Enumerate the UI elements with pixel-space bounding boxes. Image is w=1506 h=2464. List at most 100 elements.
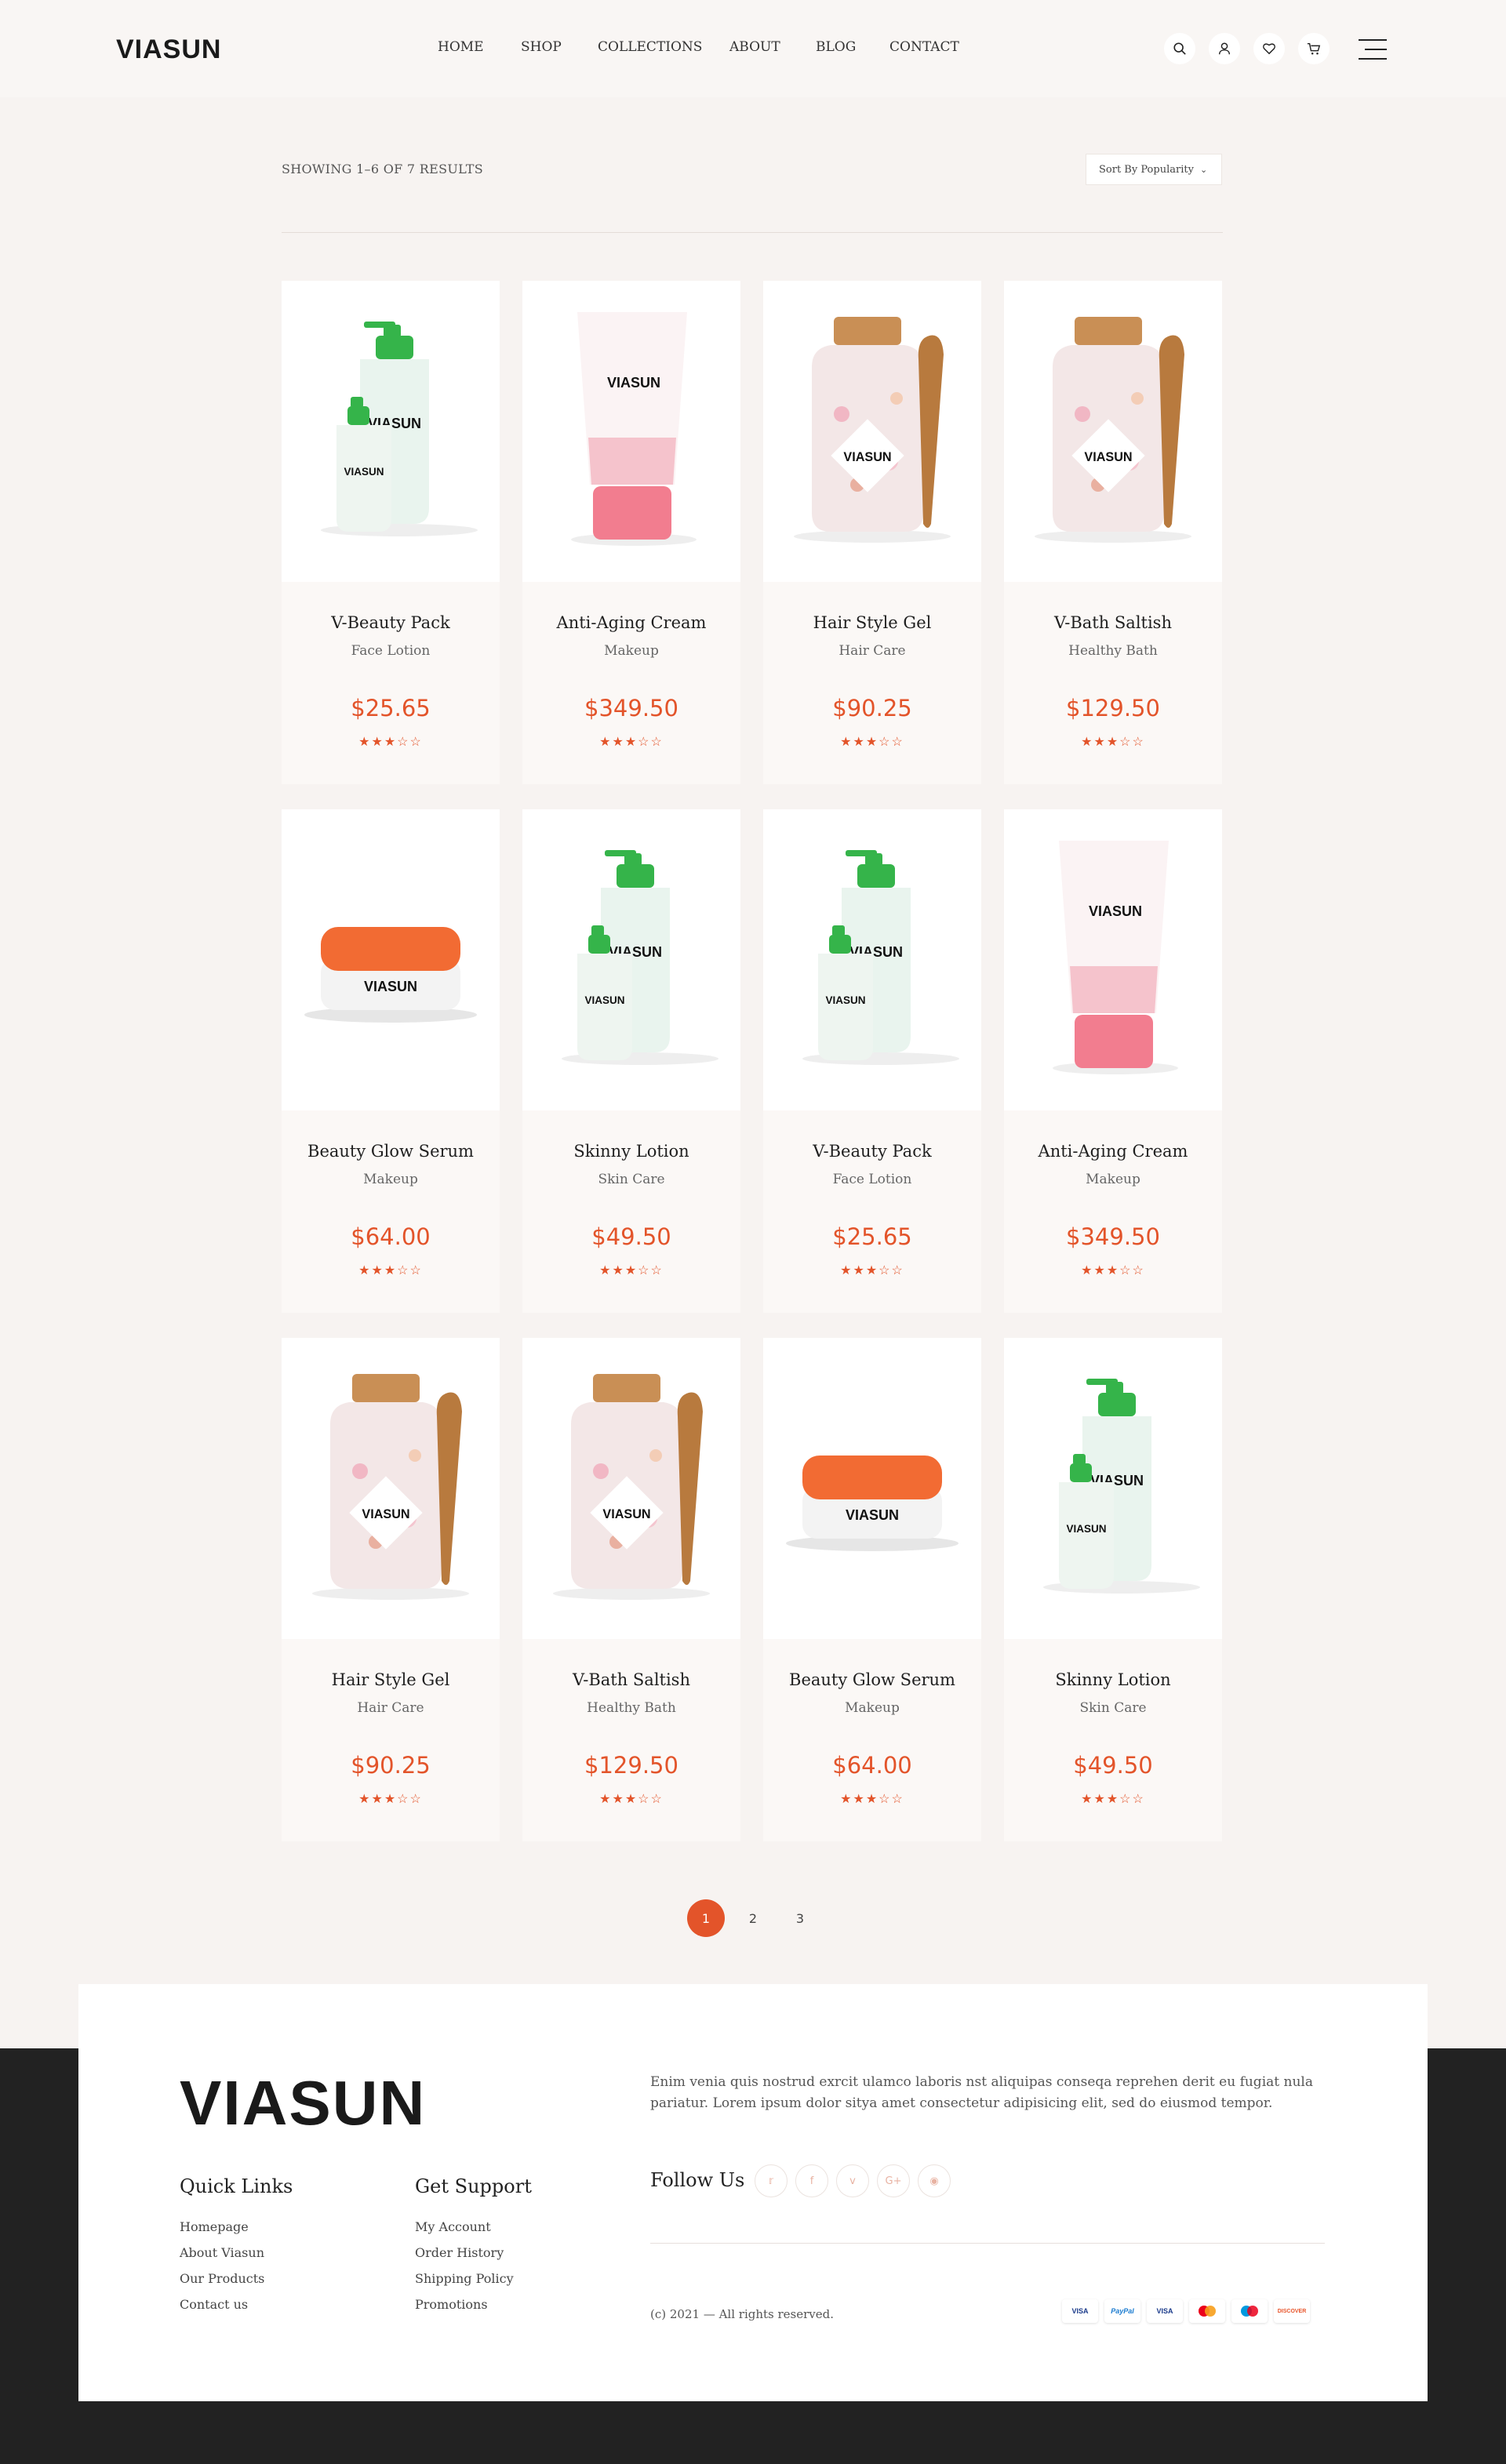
footer-link-promotions[interactable]: Promotions [415, 2297, 514, 2312]
product-card[interactable]: VIASUN VIASUN V-Beauty Pack Face Lotion … [763, 809, 981, 1313]
nav-collections[interactable]: COLLECTIONS [598, 39, 729, 55]
product-card[interactable]: VIASUN Anti-Aging Cream Makeup $349.50 ★… [1004, 809, 1222, 1313]
product-card[interactable]: VIASUN V-Bath Saltish Healthy Bath $129.… [1004, 281, 1222, 784]
footer-link-shipping[interactable]: Shipping Policy [415, 2271, 514, 2286]
page-button-2[interactable]: 2 [734, 1899, 772, 1937]
facebook-link[interactable]: f [795, 2164, 828, 2197]
menu-toggle[interactable] [1359, 39, 1387, 60]
product-card[interactable]: VIASUN Beauty Glow Serum Makeup $64.00 ★… [763, 1338, 981, 1841]
quick-links-title: Quick Links [180, 2175, 293, 2197]
page-button-3[interactable]: 3 [781, 1899, 819, 1937]
footer-link-products[interactable]: Our Products [180, 2271, 264, 2286]
product-category: Makeup [604, 643, 659, 659]
search-button[interactable] [1164, 33, 1195, 64]
product-card[interactable]: VIASUN VIASUN V-Beauty Pack Face Lotion … [282, 281, 500, 784]
maestro-icon [1231, 2299, 1268, 2323]
svg-text:VIASUN: VIASUN [364, 979, 417, 994]
product-category: Skin Care [598, 1172, 665, 1187]
heart-icon [1263, 43, 1275, 55]
svg-text:VIASUN: VIASUN [584, 994, 624, 1006]
product-image[interactable]: VIASUN [1004, 809, 1222, 1110]
nav-about[interactable]: ABOUT [729, 39, 816, 55]
footer-logo[interactable]: VIASUN [180, 2072, 426, 2135]
product-category: Healthy Bath [1068, 643, 1158, 659]
product-image[interactable]: VIASUN VIASUN [763, 809, 981, 1110]
product-name[interactable]: V-Bath Saltish [522, 1670, 740, 1689]
account-button[interactable] [1209, 33, 1240, 64]
site-logo[interactable]: VIASUN [116, 35, 221, 65]
product-image[interactable]: VIASUN [763, 1338, 981, 1639]
rating-stars: ★★★☆☆ [1081, 1791, 1145, 1806]
discover-icon: DISCOVER [1274, 2299, 1310, 2323]
product-price: $25.65 [832, 1223, 912, 1250]
product-card[interactable]: VIASUN Anti-Aging Cream Makeup $349.50 ★… [522, 281, 740, 784]
product-price: $90.25 [832, 695, 912, 721]
product-name[interactable]: Anti-Aging Cream [522, 613, 740, 632]
nav-home[interactable]: HOME [438, 39, 521, 55]
twitter-link[interactable]: 𝕣 [755, 2164, 788, 2197]
product-card[interactable]: VIASUN Hair Style Gel Hair Care $90.25 ★… [763, 281, 981, 784]
instagram-link[interactable]: ◉ [918, 2164, 951, 2197]
copyright: (c) 2021 — All rights reserved. [650, 2307, 835, 2321]
cart-icon [1307, 42, 1321, 55]
nav-contact[interactable]: CONTACT [889, 39, 959, 55]
mastercard-icon [1189, 2299, 1225, 2323]
product-card[interactable]: VIASUN Beauty Glow Serum Makeup $64.00 ★… [282, 809, 500, 1313]
footer-link-contact[interactable]: Contact us [180, 2297, 264, 2312]
product-name[interactable]: V-Beauty Pack [282, 613, 500, 632]
svg-text:VIASUN: VIASUN [602, 1507, 650, 1521]
results-count: SHOWING 1–6 OF 7 RESULTS [282, 162, 484, 176]
svg-text:VIASUN: VIASUN [825, 994, 865, 1006]
product-card[interactable]: VIASUN Hair Style Gel Hair Care $90.25 ★… [282, 1338, 500, 1841]
product-name[interactable]: Skinny Lotion [1004, 1670, 1222, 1689]
nav-shop[interactable]: SHOP [521, 39, 598, 55]
product-name[interactable]: Hair Style Gel [282, 1670, 500, 1689]
product-name[interactable]: V-Beauty Pack [763, 1142, 981, 1161]
page-button-1[interactable]: 1 [687, 1899, 725, 1937]
vimeo-icon: v [849, 2175, 856, 2187]
product-name[interactable]: Beauty Glow Serum [763, 1670, 981, 1689]
footer-link-about[interactable]: About Viasun [180, 2245, 264, 2260]
product-category: Healthy Bath [587, 1700, 676, 1716]
product-image[interactable]: VIASUN [1004, 281, 1222, 582]
product-price: $129.50 [1066, 695, 1160, 721]
product-image[interactable]: VIASUN VIASUN [1004, 1338, 1222, 1639]
product-card[interactable]: VIASUN VIASUN Skinny Lotion Skin Care $4… [1004, 1338, 1222, 1841]
cart-button[interactable] [1298, 33, 1330, 64]
quick-links-list: Homepage About Viasun Our Products Conta… [180, 2219, 264, 2323]
rating-stars: ★★★☆☆ [358, 1263, 423, 1277]
product-image[interactable]: VIASUN [522, 281, 740, 582]
product-card[interactable]: VIASUN VIASUN Skinny Lotion Skin Care $4… [522, 809, 740, 1313]
product-name[interactable]: Beauty Glow Serum [282, 1142, 500, 1161]
product-card[interactable]: VIASUN V-Bath Saltish Healthy Bath $129.… [522, 1338, 740, 1841]
paypal-icon: PayPal [1104, 2299, 1140, 2323]
wishlist-button[interactable] [1253, 33, 1285, 64]
product-image[interactable]: VIASUN [763, 281, 981, 582]
menu-icon [1359, 39, 1387, 41]
product-image[interactable]: VIASUN [522, 1338, 740, 1639]
product-image[interactable]: VIASUN VIASUN [282, 281, 500, 582]
nav-blog[interactable]: BLOG [816, 39, 889, 55]
product-image[interactable]: VIASUN [282, 809, 500, 1110]
product-name[interactable]: Hair Style Gel [763, 613, 981, 632]
product-price: $64.00 [832, 1752, 912, 1779]
footer-link-orders[interactable]: Order History [415, 2245, 514, 2260]
vimeo-link[interactable]: v [836, 2164, 869, 2197]
product-image[interactable]: VIASUN [282, 1338, 500, 1639]
product-category: Makeup [1086, 1172, 1140, 1187]
product-price: $349.50 [1066, 1223, 1160, 1250]
product-price: $49.50 [591, 1223, 671, 1250]
product-name[interactable]: V-Bath Saltish [1004, 613, 1222, 632]
product-name[interactable]: Skinny Lotion [522, 1142, 740, 1161]
search-icon [1173, 42, 1186, 55]
product-image[interactable]: VIASUN VIASUN [522, 809, 740, 1110]
sort-select[interactable]: Sort By Popularity ⌄ [1086, 154, 1222, 185]
svg-text:VIASUN: VIASUN [843, 450, 891, 464]
product-name[interactable]: Anti-Aging Cream [1004, 1142, 1222, 1161]
footer-link-account[interactable]: My Account [415, 2219, 514, 2234]
sort-label: Sort By Popularity [1099, 163, 1194, 176]
google-plus-link[interactable]: G+ [877, 2164, 910, 2197]
product-category: Makeup [845, 1700, 900, 1716]
rating-stars: ★★★☆☆ [599, 1263, 664, 1277]
footer-link-homepage[interactable]: Homepage [180, 2219, 264, 2234]
